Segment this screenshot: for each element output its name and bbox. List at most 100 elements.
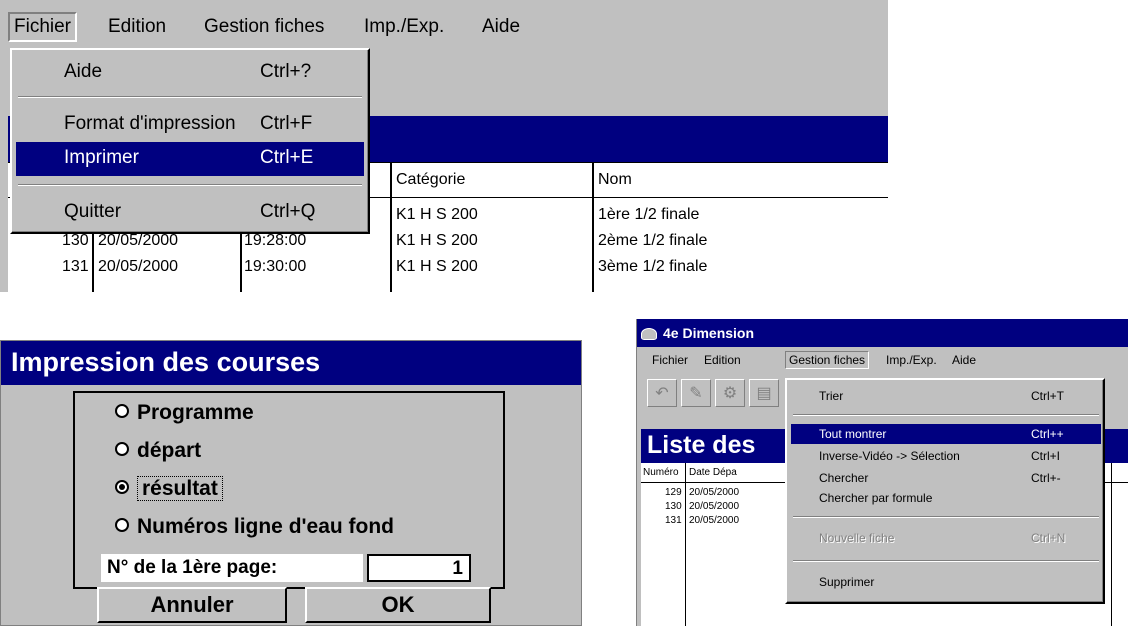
cell-date: 20/05/2000 xyxy=(689,501,740,512)
menu-item-label: Inverse-Vidéo -> Sélection xyxy=(819,449,960,463)
menu-item-imprimer[interactable]: Imprimer Ctrl+E xyxy=(16,142,364,176)
cell-heure: 19:28:00 xyxy=(244,232,307,249)
menu-edition[interactable]: Edition xyxy=(104,14,170,44)
window-title-bar: 4e Dimension xyxy=(637,319,1128,347)
cell-date: 20/05/2000 xyxy=(689,515,740,526)
menu-aide[interactable]: Aide xyxy=(478,14,524,44)
tool-icon[interactable]: ⚙ xyxy=(715,379,745,407)
header-date[interactable]: Date Dépa xyxy=(689,467,737,478)
menu-item-label: Quitter xyxy=(64,201,122,222)
cell-numero: 130 xyxy=(62,232,89,249)
tool-icon[interactable]: ▤ xyxy=(749,379,779,407)
option-programme[interactable]: Programme xyxy=(115,401,254,425)
menu-item-shortcut: Ctrl+T xyxy=(1031,389,1064,403)
menu-item-label: Chercher xyxy=(819,471,869,485)
menu-item-format-impression[interactable]: Format d'impression Ctrl+F xyxy=(16,108,364,142)
menu-item-label: Aide xyxy=(64,61,103,82)
menu-separator xyxy=(18,96,362,98)
cell-numero: 130 xyxy=(665,501,682,512)
option-label: résultat xyxy=(137,476,223,501)
cell-nom: 1ère 1/2 finale xyxy=(598,206,700,223)
menu-item-chercher-par-formule[interactable]: Chercher par formule xyxy=(791,488,1101,508)
menu-item-label: Tout montrer xyxy=(819,427,887,441)
cell-nom: 3ème 1/2 finale xyxy=(598,258,708,275)
menu-fichier[interactable]: Fichier xyxy=(8,12,78,42)
cell-date: 20/05/2000 xyxy=(98,258,179,275)
radio-icon[interactable] xyxy=(115,442,129,457)
cell-numero: 131 xyxy=(62,258,89,275)
radio-icon[interactable] xyxy=(115,518,129,533)
header-categorie[interactable]: Catégorie xyxy=(396,171,465,189)
cell-numero: 131 xyxy=(665,515,682,526)
menu-gestion-fiches[interactable]: Gestion fiches xyxy=(785,351,870,369)
dialog-title: Impression des courses xyxy=(1,341,581,385)
cell-date: 20/05/2000 xyxy=(98,232,179,249)
menu-item-shortcut: Ctrl+? xyxy=(260,61,312,82)
menu-item-shortcut: Ctrl+F xyxy=(260,113,313,134)
cell-categorie: K1 H S 200 xyxy=(396,206,478,223)
menu-separator xyxy=(793,560,1099,562)
menu-item-shortcut: Ctrl+I xyxy=(1031,449,1061,463)
cell-heure: 19:30:00 xyxy=(244,258,307,275)
menu-edition[interactable]: Edition xyxy=(701,352,744,368)
menu-screenshot-panel: Fichier Edition Gestion fiches Imp./Exp.… xyxy=(0,0,888,292)
menu-item-chercher[interactable]: Chercher Ctrl+- xyxy=(791,468,1101,488)
toolbar: ↶ ✎ ⚙ ▤ xyxy=(647,379,797,409)
menu-bar: Fichier Edition Gestion fiches Imp./Exp.… xyxy=(637,349,1128,373)
ok-button[interactable]: OK xyxy=(305,587,491,623)
menu-fichier[interactable]: Fichier xyxy=(649,352,691,368)
menu-item-inverse-video[interactable]: Inverse-Vidéo -> Sélection Ctrl+I xyxy=(791,446,1101,466)
option-label: Programme xyxy=(137,401,254,424)
menu-item-shortcut: Ctrl+E xyxy=(260,147,314,168)
window-title: 4e Dimension xyxy=(663,325,755,341)
menu-item-label: Chercher par formule xyxy=(819,491,933,505)
menu-imp-exp[interactable]: Imp./Exp. xyxy=(883,352,940,368)
menu-bar: Fichier Edition Gestion fiches Imp./Exp.… xyxy=(8,8,888,48)
gestion-fiches-dropdown-menu: Trier Ctrl+T Tout montrer Ctrl++ Inverse… xyxy=(785,378,1105,604)
cell-nom: 2ème 1/2 finale xyxy=(598,232,708,249)
fichier-dropdown-menu: Aide Ctrl+? Format d'impression Ctrl+F I… xyxy=(10,48,370,234)
menu-item-label: Imprimer xyxy=(64,147,139,168)
radio-icon[interactable] xyxy=(115,404,129,419)
menu-item-tout-montrer[interactable]: Tout montrer Ctrl++ xyxy=(791,424,1101,444)
menu-item-trier[interactable]: Trier Ctrl+T xyxy=(791,386,1101,406)
option-resultat[interactable]: résultat xyxy=(115,476,223,501)
cell-date: 20/05/2000 xyxy=(689,487,740,498)
menu-gestion-fiches[interactable]: Gestion fiches xyxy=(200,14,328,44)
option-label: Numéros ligne d'eau fond xyxy=(137,515,395,538)
menu-item-label: Nouvelle fiche xyxy=(819,531,895,545)
menu-item-shortcut: Ctrl+N xyxy=(1031,531,1066,545)
first-page-input[interactable]: 1 xyxy=(367,554,471,582)
menu-item-shortcut: Ctrl++ xyxy=(1031,427,1064,441)
cell-categorie: K1 H S 200 xyxy=(396,258,478,275)
cell-numero: 129 xyxy=(665,487,682,498)
cell-categorie: K1 H S 200 xyxy=(396,232,478,249)
option-numeros-ligne[interactable]: Numéros ligne d'eau fond xyxy=(115,515,394,539)
radio-selected-icon[interactable] xyxy=(115,480,129,495)
menu-separator xyxy=(793,414,1099,416)
menu-item-supprimer[interactable]: Supprimer xyxy=(791,572,1101,592)
menu-item-label: Format d'impression xyxy=(64,113,236,134)
menu-imp-exp[interactable]: Imp./Exp. xyxy=(360,14,448,44)
cancel-button[interactable]: Annuler xyxy=(97,587,287,623)
option-label: départ xyxy=(137,439,202,462)
menu-item-aide[interactable]: Aide Ctrl+? xyxy=(16,56,364,90)
header-numero[interactable]: Numéro xyxy=(643,467,679,478)
menu-separator xyxy=(793,516,1099,518)
tool-icon[interactable]: ✎ xyxy=(681,379,711,407)
undo-icon[interactable]: ↶ xyxy=(647,379,677,407)
menu-item-label: Supprimer xyxy=(819,575,875,589)
menu-item-quitter[interactable]: Quitter Ctrl+Q xyxy=(16,196,364,230)
menu-item-shortcut: Ctrl+- xyxy=(1031,471,1061,485)
menu-aide[interactable]: Aide xyxy=(949,352,979,368)
menu-item-label: Trier xyxy=(819,389,844,403)
header-nom[interactable]: Nom xyxy=(598,171,632,189)
menu-item-nouvelle-fiche: Nouvelle fiche Ctrl+N xyxy=(791,528,1101,548)
app-window-screenshot: 4e Dimension Fichier Edition Gestion fic… xyxy=(636,319,1128,626)
option-depart[interactable]: départ xyxy=(115,439,201,463)
app-icon xyxy=(641,328,657,341)
menu-separator xyxy=(18,184,362,186)
first-page-label: N° de la 1ère page: xyxy=(101,554,363,582)
menu-item-shortcut: Ctrl+Q xyxy=(260,201,316,222)
print-dialog: Impression des courses Programme départ … xyxy=(0,340,582,626)
